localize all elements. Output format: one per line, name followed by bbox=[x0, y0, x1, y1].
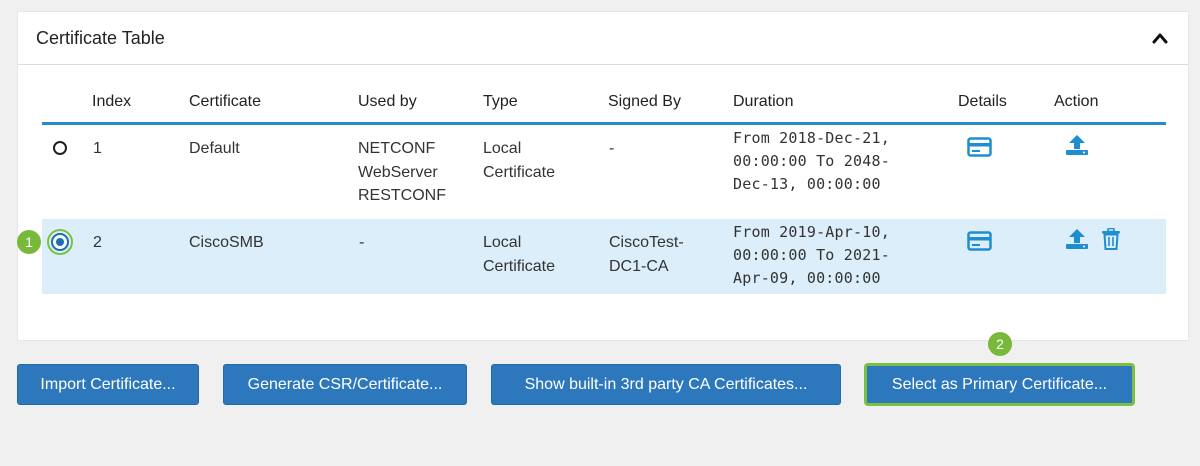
cell-index: 1 bbox=[93, 140, 102, 157]
col-signed-by: Signed By bbox=[608, 93, 681, 110]
col-action: Action bbox=[1054, 93, 1099, 110]
cell-certificate: CiscoSMB bbox=[189, 234, 264, 251]
cell-used-by: - bbox=[359, 234, 365, 251]
col-index: Index bbox=[92, 93, 132, 110]
cell-used-by: NETCONF WebServer RESTCONF bbox=[358, 140, 446, 204]
cell-certificate: Default bbox=[189, 140, 240, 157]
row-select-radio[interactable] bbox=[53, 141, 67, 155]
generate-csr-button[interactable]: Generate CSR/Certificate... bbox=[223, 364, 467, 405]
upload-icon[interactable] bbox=[1064, 227, 1090, 251]
cell-signed-by: CiscoTest- DC1-CA bbox=[609, 234, 684, 275]
certificate-table: Index Certificate Used by Type Signed By… bbox=[42, 86, 1166, 294]
select-primary-certificate-button[interactable]: Select as Primary Certificate... bbox=[865, 364, 1134, 405]
table-row[interactable]: 1 Default NETCONF WebServer RESTCONF Loc… bbox=[42, 125, 1166, 219]
cell-duration: From 2018-Dec-21, 00:00:00 To 2048- Dec-… bbox=[733, 129, 890, 193]
card-icon[interactable] bbox=[967, 137, 992, 157]
cell-signed-by: - bbox=[609, 140, 615, 157]
step-1-badge: 1 bbox=[17, 230, 41, 254]
cell-index: 2 bbox=[93, 234, 102, 251]
col-used-by: Used by bbox=[358, 93, 417, 110]
show-ca-certificates-button[interactable]: Show built-in 3rd party CA Certificates.… bbox=[491, 364, 841, 405]
row-select-radio[interactable] bbox=[51, 233, 69, 251]
table-header: Index Certificate Used by Type Signed By… bbox=[42, 86, 1166, 125]
table-row[interactable]: 2 CiscoSMB - Local Certificate CiscoTest… bbox=[42, 219, 1166, 294]
step-2-badge: 2 bbox=[988, 332, 1012, 356]
panel-header: Certificate Table bbox=[18, 12, 1188, 65]
import-certificate-button[interactable]: Import Certificate... bbox=[17, 364, 199, 405]
cell-type: Local Certificate bbox=[483, 140, 556, 181]
certificate-table-panel: Certificate Table Index Certificate Used… bbox=[17, 11, 1189, 341]
col-certificate: Certificate bbox=[189, 93, 262, 110]
cell-type: Local Certificate bbox=[483, 234, 556, 275]
trash-icon[interactable] bbox=[1101, 228, 1121, 250]
panel-title: Certificate Table bbox=[36, 27, 165, 48]
cell-duration: From 2019-Apr-10, 00:00:00 To 2021- Apr-… bbox=[733, 223, 890, 287]
chevron-up-icon[interactable] bbox=[1150, 28, 1170, 48]
upload-icon[interactable] bbox=[1064, 133, 1090, 157]
card-icon[interactable] bbox=[967, 231, 992, 251]
col-details: Details bbox=[958, 93, 1007, 110]
col-type: Type bbox=[483, 93, 518, 110]
col-duration: Duration bbox=[733, 93, 794, 110]
